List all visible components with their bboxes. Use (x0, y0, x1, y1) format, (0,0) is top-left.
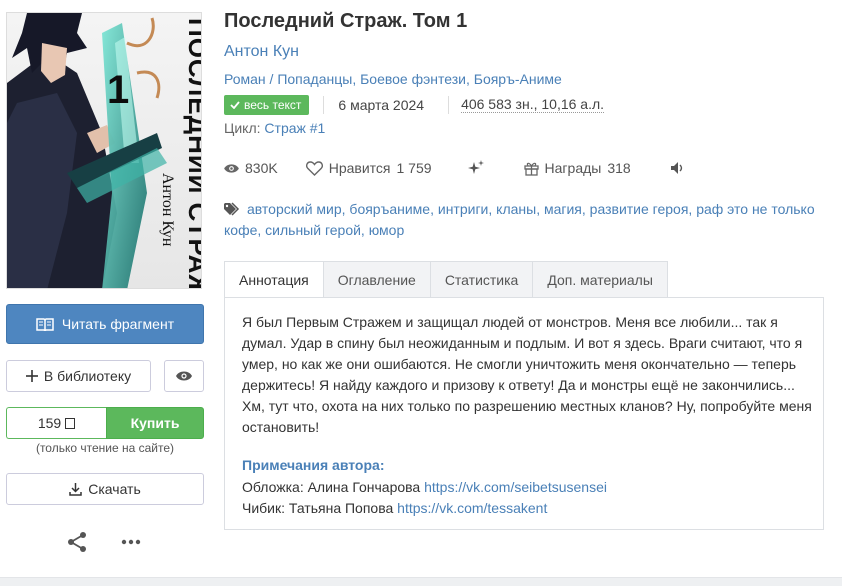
gift-icon (523, 162, 539, 176)
price-box: 159 (6, 407, 106, 439)
read-only-note: (только чтение на сайте) (35, 441, 175, 455)
book-meta: весь текст 6 марта 2024 406 583 зн., 10,… (224, 94, 605, 115)
download-icon (69, 482, 82, 496)
check-icon (230, 100, 240, 109)
download-label: Скачать (88, 481, 141, 497)
like-button[interactable]: Нравится 1 759 (305, 160, 432, 176)
plus-icon (25, 370, 38, 382)
chibi-credit-label: Чибик: Татьяна Попова (242, 500, 394, 516)
cover-credit: Обложка: Алина Гончарова https://vk.com/… (242, 479, 607, 495)
more-icon[interactable] (120, 531, 142, 553)
sparkle-icon (467, 160, 484, 174)
tag-link[interactable]: бояръаниме (349, 201, 430, 217)
tag-link[interactable]: интриги (438, 201, 489, 217)
info-tabs: Аннотация Оглавление Статистика Доп. мат… (224, 261, 668, 298)
tag-link[interactable]: юмор (369, 222, 405, 238)
genre-link[interactable]: Бояръ-Аниме (474, 71, 562, 87)
awards-button[interactable]: Награды 318 (523, 160, 631, 176)
sparkle-button[interactable] (467, 160, 484, 176)
likes-label: Нравится (328, 160, 391, 176)
cover-credit-link[interactable]: https://vk.com/seibetsusensei (424, 479, 607, 495)
book-cover[interactable]: ПОСЛЕДНИЙ СТРАЖ Антон Кун 1 (6, 12, 202, 289)
tab-annotation[interactable]: Аннотация (224, 261, 324, 298)
likes-count: 1 759 (396, 160, 432, 176)
add-to-library-label: В библиотеку (43, 368, 132, 384)
annotation-panel: Я был Первым Стражем и защищал людей от … (224, 297, 824, 530)
cover-title-text: ПОСЛЕДНИЙ СТРАЖ (183, 18, 202, 289)
cycle-label: Цикл: (224, 120, 261, 136)
tag-link[interactable]: магия (544, 201, 582, 217)
tag-list: авторский мир, бояръаниме, интриги, клан… (224, 201, 815, 238)
author-link[interactable]: Антон Кун (224, 43, 299, 61)
tag-link[interactable]: кланы (496, 201, 536, 217)
watch-button[interactable] (164, 360, 204, 392)
publish-date: 6 марта 2024 (338, 96, 425, 113)
book-open-icon (36, 318, 54, 331)
cover-credit-label: Обложка: Алина Гончарова (242, 479, 421, 495)
stats-row: 830K Нравится 1 759 Награды 318 (224, 158, 685, 178)
chibi-credit-link[interactable]: https://vk.com/tessakent (397, 500, 547, 516)
tab-contents[interactable]: Оглавление (323, 261, 431, 298)
read-fragment-button[interactable]: Читать фрагмент (6, 304, 204, 344)
buy-label: Купить (130, 415, 180, 431)
status-badge: весь текст (224, 94, 310, 115)
cycle-info: Цикл: Страж #1 (224, 120, 325, 136)
cover-author-text: Антон Кун (159, 173, 176, 247)
tags-icon (224, 202, 240, 216)
buy-button[interactable]: Купить (106, 407, 204, 439)
author-notes-title: Примечания автора: (242, 457, 385, 473)
cycle-link[interactable]: Страж #1 (264, 120, 325, 136)
tag-link[interactable]: сильный герой (265, 222, 361, 238)
views-count: 830K (245, 160, 278, 176)
tag-link[interactable]: развитие героя (590, 201, 689, 217)
tab-statistics[interactable]: Статистика (430, 261, 534, 298)
genre-link[interactable]: Попаданцы (277, 71, 352, 87)
genre-list: Роман / Попаданцы, Боевое фэнтези, Бояръ… (224, 71, 562, 87)
share-icon[interactable] (66, 531, 88, 553)
annotation-text: Я был Первым Стражем и защищал людей от … (242, 314, 812, 435)
heart-icon (305, 160, 323, 176)
chibi-credit: Чибик: Татьяна Попова https://vk.com/tes… (242, 500, 547, 516)
views-stat: 830K (224, 160, 278, 176)
page-footer-edge (0, 577, 842, 586)
download-button[interactable]: Скачать (6, 473, 204, 505)
speaker-icon (670, 162, 682, 174)
ruble-icon (65, 417, 76, 429)
status-badge-label: весь текст (244, 97, 302, 112)
cover-volume-number: 1 (107, 68, 129, 112)
eye-icon (176, 371, 192, 381)
price-value: 159 (37, 415, 62, 431)
book-size: 406 583 зн., 10,16 а.л. (461, 96, 605, 113)
tab-extra-materials[interactable]: Доп. материалы (533, 261, 668, 298)
awards-count: 318 (607, 160, 631, 176)
read-fragment-label: Читать фрагмент (61, 316, 175, 332)
audio-button[interactable] (670, 162, 685, 174)
add-to-library-button[interactable]: В библиотеку (6, 360, 151, 392)
awards-label: Награды (544, 160, 602, 176)
genre-link[interactable]: Роман (224, 71, 266, 87)
genre-link[interactable]: Боевое фэнтези (360, 71, 466, 87)
book-title: Последний Страж. Том 1 (224, 10, 468, 32)
cover-illustration: ПОСЛЕДНИЙ СТРАЖ Антон Кун 1 (7, 13, 202, 289)
tag-link[interactable]: авторский мир (247, 201, 342, 217)
eye-icon (224, 163, 239, 173)
